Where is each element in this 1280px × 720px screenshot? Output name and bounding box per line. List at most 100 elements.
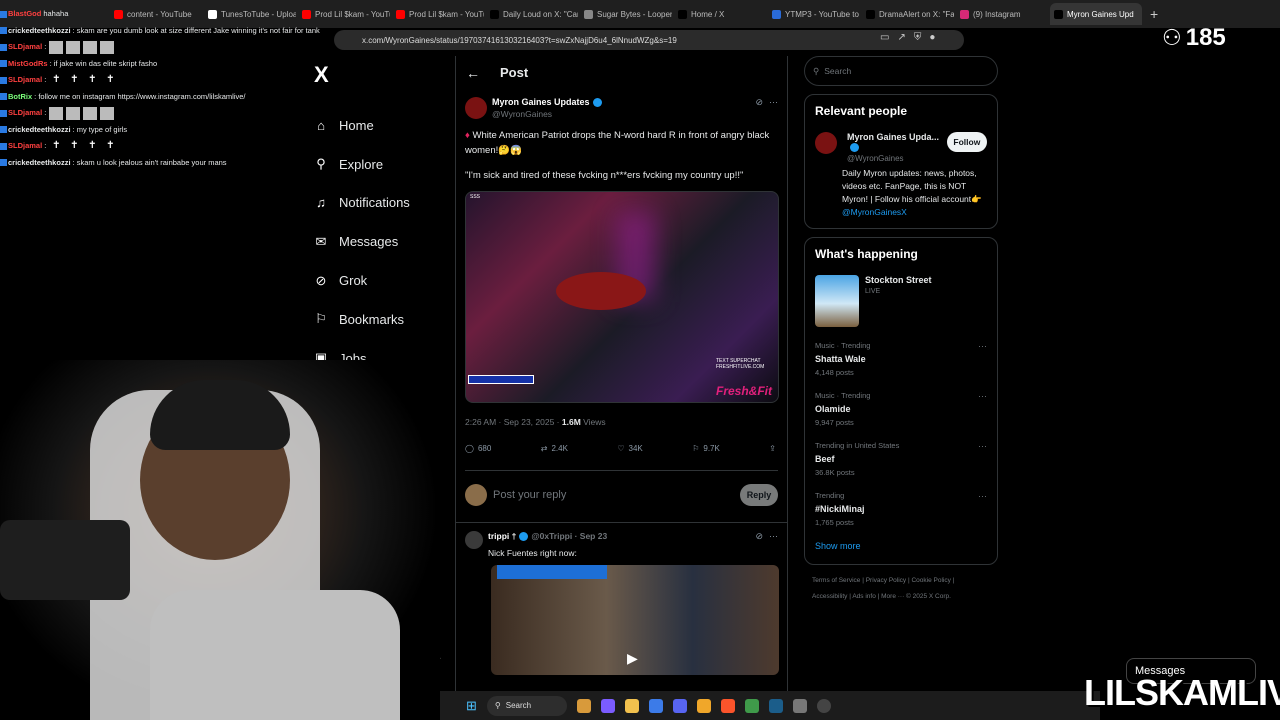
show-more-link[interactable]: Show more: [815, 541, 987, 551]
chat-badge-icon: [0, 142, 7, 150]
extension-icon[interactable]: ●: [929, 32, 935, 43]
grok-icon[interactable]: ⊘: [755, 531, 763, 542]
avatar[interactable]: [815, 132, 837, 154]
search-input[interactable]: ⚲ Search: [804, 56, 998, 86]
trend-item[interactable]: Music · Trending Shatta Wale 4,148 posts ··…: [815, 341, 987, 377]
chat-message: SLDjamal: ✝ ✝ ✝ ✝: [0, 72, 335, 89]
new-tab-button[interactable]: +: [1150, 6, 1158, 22]
more-options-icon[interactable]: ···: [978, 391, 987, 401]
live-event[interactable]: Stockton Street LIVE: [815, 275, 987, 328]
browser-tab[interactable]: (9) Instagram: [956, 3, 1048, 25]
trend-item[interactable]: Music · Trending Olamide 9,947 posts ···: [815, 391, 987, 427]
author-name[interactable]: Myron Gaines Updates: [492, 97, 590, 107]
shield-app-icon[interactable]: [696, 698, 711, 713]
chat-message: crickedteethkozzi: skam u look jealous a…: [0, 155, 335, 172]
reply-author-name[interactable]: trippi †: [488, 531, 516, 541]
chat-username[interactable]: SLDjamal: [8, 75, 42, 84]
chat-text: : skam u look jealous ain't rainbabe you…: [72, 157, 227, 167]
avatar[interactable]: [465, 97, 487, 119]
nav-item-notifications[interactable]: ♫ Notifications: [305, 184, 445, 223]
more-options-icon[interactable]: ···: [769, 97, 778, 108]
bookmark-action[interactable]: ⚐ 9.7K: [692, 444, 720, 453]
browser-tab[interactable]: Sugar Bytes - Looperator: [580, 3, 672, 25]
app-icon[interactable]: [792, 698, 807, 713]
reply-input[interactable]: Post your reply: [493, 489, 740, 501]
person-bio-text: Daily Myron updates: news, photos, video…: [842, 168, 982, 205]
viewer-counter: ⚇ 185: [1162, 24, 1226, 52]
nav-item-grok[interactable]: ⊘ Grok: [305, 261, 445, 300]
widgets-icon[interactable]: [576, 698, 591, 713]
browser-tab[interactable]: Myron Gaines Upd: [1050, 3, 1142, 25]
steam-icon[interactable]: [768, 698, 783, 713]
chat-username[interactable]: BlastGod: [8, 9, 41, 18]
cast-icon[interactable]: ▭: [880, 32, 889, 43]
chat-username[interactable]: crickedteethkozzi: [8, 26, 71, 35]
share-action[interactable]: ⇪: [769, 444, 776, 453]
nav-item-bookmarks[interactable]: ⚐ Bookmarks: [305, 300, 445, 339]
relevant-people-card: Relevant people Myron Gaines Upda... @Wy…: [804, 94, 998, 230]
back-arrow-icon[interactable]: ←: [466, 65, 480, 81]
trend-item[interactable]: Trending #NickiMinaj 1,765 posts ···: [815, 491, 987, 527]
reply-button[interactable]: Reply: [740, 483, 778, 506]
browser-tab[interactable]: Daily Loud on X: "Cardi B a: [486, 3, 578, 25]
chat-username[interactable]: SLDjamal: [8, 42, 42, 51]
chrome-icon[interactable]: [744, 698, 759, 713]
trend-title: Olamide: [815, 404, 851, 415]
tweet-time[interactable]: 2:26 AM · Sep 23, 2025 ·: [465, 417, 562, 427]
file-explorer-icon[interactable]: [624, 698, 639, 713]
author-handle[interactable]: @WyronGaines: [492, 109, 602, 119]
browser-tab[interactable]: DramaAlert on X: "Failed T: [862, 3, 954, 25]
footer-line-1[interactable]: Terms of Service | Privacy Policy | Cook…: [812, 573, 998, 589]
reply-video[interactable]: ▶: [491, 565, 779, 676]
share-icon[interactable]: ↗: [897, 32, 905, 43]
chat-message: crickedteethkozzi: my type of girls: [0, 122, 335, 139]
webcam-overlay: [0, 360, 440, 720]
windows-start-icon[interactable]: ⊞: [466, 698, 477, 714]
verified-badge-icon: [850, 143, 859, 153]
like-count: 34K: [628, 444, 643, 454]
more-options-icon[interactable]: ···: [978, 491, 987, 501]
reply-action[interactable]: ◯ 680: [465, 444, 491, 453]
more-options-icon[interactable]: ···: [769, 531, 778, 542]
browser-tab[interactable]: YTMP3 - YouTube to MP3: [768, 3, 860, 25]
browser-tab[interactable]: Home / X: [674, 3, 766, 25]
store-icon[interactable]: [648, 698, 663, 713]
trend-item[interactable]: Trending in United States Beef 36.8K posts…: [815, 441, 987, 477]
like-action[interactable]: ♡ 34K: [617, 444, 642, 453]
address-bar[interactable]: x.com/WyronGaines/status/197037416130321…: [334, 30, 964, 50]
shield-icon[interactable]: ⛨: [914, 32, 922, 43]
brave-icon[interactable]: [720, 698, 735, 713]
reply-author-meta[interactable]: @0xTrippi · Sep 23: [531, 531, 607, 541]
more-options-icon[interactable]: ···: [978, 341, 987, 351]
taskbar-search[interactable]: ⚲ Search: [486, 695, 567, 716]
browser-tab[interactable]: Prod Lil $kam - YouTube: [392, 3, 484, 25]
avatar[interactable]: [465, 531, 483, 550]
grok-icon[interactable]: ⊘: [755, 97, 763, 108]
relevant-person[interactable]: Myron Gaines Upda... @WyronGaines Follow: [815, 132, 987, 163]
more-options-icon[interactable]: ···: [978, 441, 987, 451]
person-name[interactable]: Myron Gaines Upda...: [847, 132, 939, 142]
tab-label: Daily Loud on X: "Cardi B a: [503, 9, 578, 19]
chat-emote-icon: [66, 40, 81, 54]
follow-button[interactable]: Follow: [946, 132, 987, 152]
copilot-icon[interactable]: [600, 698, 615, 713]
footer-line-2[interactable]: Accessibility | Ads info | More ··· © 20…: [812, 589, 998, 605]
tweet-video[interactable]: SSS TEXT SUPERCHAT FRESHFITLIVE.COM Fres…: [465, 191, 779, 404]
person-bio-link[interactable]: @MyronGainesX: [842, 206, 987, 219]
play-icon[interactable]: ▶: [627, 650, 638, 667]
repost-action[interactable]: ⇄ 2.4K: [541, 444, 568, 453]
person-bio: Daily Myron updates: news, photos, video…: [842, 167, 987, 219]
chat-username[interactable]: MistGodRs: [8, 59, 48, 68]
discord-icon[interactable]: [672, 698, 687, 713]
trend-category: Music · Trending: [815, 391, 871, 401]
obs-icon[interactable]: [816, 698, 831, 713]
chat-username[interactable]: crickedteethkozzi: [8, 125, 71, 134]
chat-username[interactable]: BotRix: [8, 92, 32, 101]
person-handle[interactable]: @WyronGaines: [847, 154, 947, 163]
nav-item-messages[interactable]: ✉ Messages: [305, 222, 445, 261]
tweet-text-line1: White American Patriot drops the N-word …: [465, 130, 770, 157]
chat-username[interactable]: crickedteethkozzi: [8, 158, 71, 167]
chat-emote-icon: ✝: [88, 74, 97, 85]
chat-username[interactable]: SLDjamal: [8, 141, 42, 150]
chat-username[interactable]: SLDjamal: [8, 108, 42, 117]
